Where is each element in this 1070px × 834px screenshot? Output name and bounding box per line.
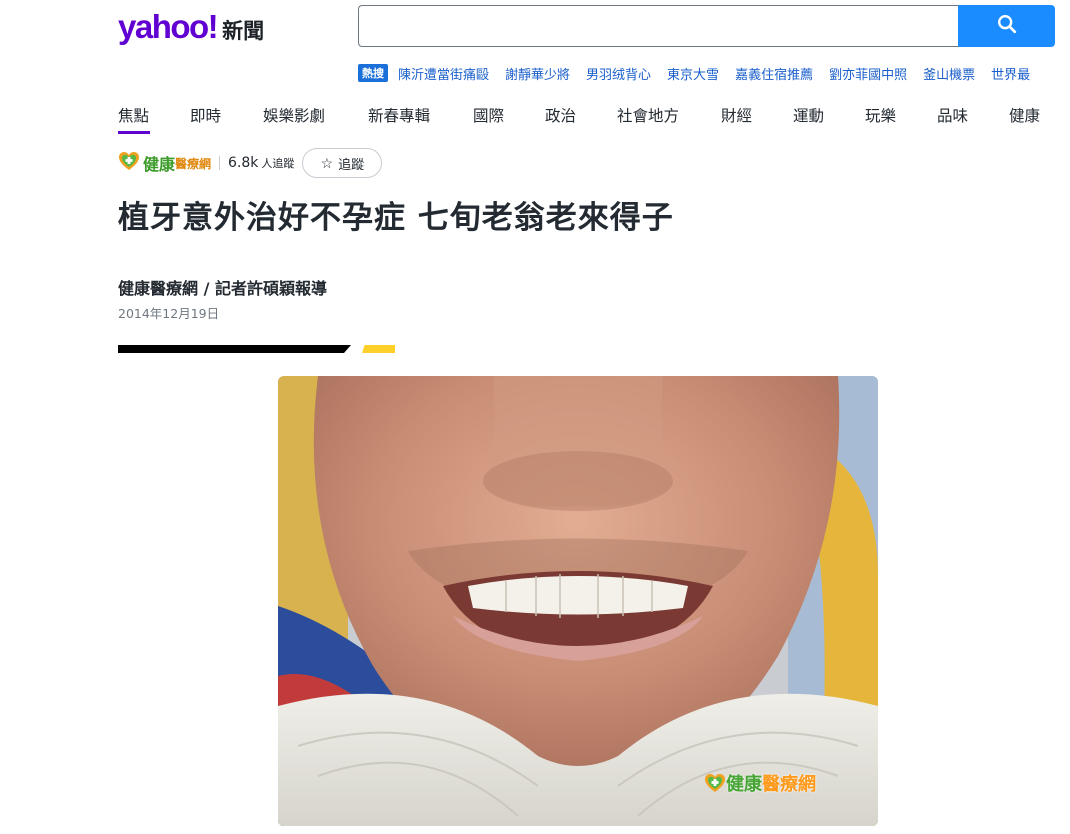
nav-tab-focus[interactable]: 焦點 [118, 104, 150, 134]
news-section-label: 新聞 [222, 19, 265, 43]
followers-label: 人追蹤 [261, 157, 295, 170]
trending-link[interactable]: 劉亦菲國中照 [829, 64, 907, 83]
decorative-rule [118, 345, 351, 353]
provider-logo-text: 健康 [143, 155, 176, 174]
provider-logo[interactable]: 健康 醫療網 [118, 151, 211, 175]
yahoo-news-logo[interactable]: yahoo! 新聞 [118, 8, 264, 48]
follow-button[interactable]: ☆ 追蹤 [302, 148, 383, 178]
trending-link[interactable]: 東京大雪 [667, 64, 719, 83]
trending-link[interactable]: 謝靜華少將 [505, 64, 570, 83]
nav-tab-health[interactable]: 健康 [1009, 104, 1041, 134]
decorative-rule-accent [362, 345, 395, 353]
nav-tab-leisure[interactable]: 玩樂 [865, 104, 897, 134]
search-input[interactable] [359, 6, 958, 46]
nav-tab-society[interactable]: 社會地方 [617, 104, 681, 134]
provider-logo-text: 醫療網 [175, 156, 212, 171]
article-date: 2014年12月19日 [118, 306, 220, 321]
nav-tab-sports[interactable]: 運動 [793, 104, 825, 134]
nav-tab-realtime[interactable]: 即時 [190, 104, 222, 134]
heart-cross-icon [118, 151, 140, 175]
photo-watermark: 健康 醫療網 [704, 770, 816, 796]
trending-link[interactable]: 男羽绒背心 [586, 64, 651, 83]
trending-link[interactable]: 嘉義住宿推薦 [735, 64, 813, 83]
trending-link[interactable]: 世界最 [991, 64, 1030, 83]
article-byline: 健康醫療網 / 記者許碩穎報導 [118, 279, 327, 298]
nav-tab-entertainment[interactable]: 娛樂影劇 [263, 104, 327, 134]
search-field[interactable] [358, 5, 958, 47]
watermark-text: 健康 [726, 774, 762, 795]
divider [219, 156, 221, 170]
photo-illustration [278, 376, 878, 826]
follow-label: 追蹤 [338, 156, 365, 172]
trending-link[interactable]: 陳沂遭當街痛毆 [398, 64, 489, 83]
article-photo[interactable]: 健康 醫療網 [278, 376, 878, 826]
search-button[interactable] [958, 5, 1055, 47]
watermark-text: 醫療網 [762, 774, 816, 795]
nav-tab-international[interactable]: 國際 [473, 104, 505, 134]
yahoo-logo-text: yahoo! [118, 8, 219, 45]
nav-tab-lifestyle[interactable]: 品味 [937, 104, 969, 134]
star-icon: ☆ [320, 154, 334, 171]
trending-badge: 熱搜 [358, 64, 388, 82]
provider-row: 健康 醫療網 6.8k 人追蹤 ☆ 追蹤 [118, 148, 383, 178]
trending-link[interactable]: 釜山機票 [923, 64, 975, 83]
nav-tab-new-year[interactable]: 新春專輯 [368, 104, 432, 134]
trending-bar: 熱搜 陳沂遭當街痛毆 謝靜華少將 男羽绒背心 東京大雪 嘉義住宿推薦 劉亦菲國中… [358, 63, 1070, 83]
followers-count: 6.8k [228, 155, 259, 171]
main-nav: 焦點 即時 娛樂影劇 新春專輯 國際 政治 社會地方 財經 運動 玩樂 品味 健… [118, 104, 1070, 136]
nav-tab-finance[interactable]: 財經 [721, 104, 753, 134]
nav-tab-politics[interactable]: 政治 [545, 104, 577, 134]
article-headline: 植牙意外治好不孕症 七旬老翁老來得子 [118, 200, 674, 236]
heart-cross-icon [704, 773, 726, 793]
search-icon [996, 13, 1018, 39]
